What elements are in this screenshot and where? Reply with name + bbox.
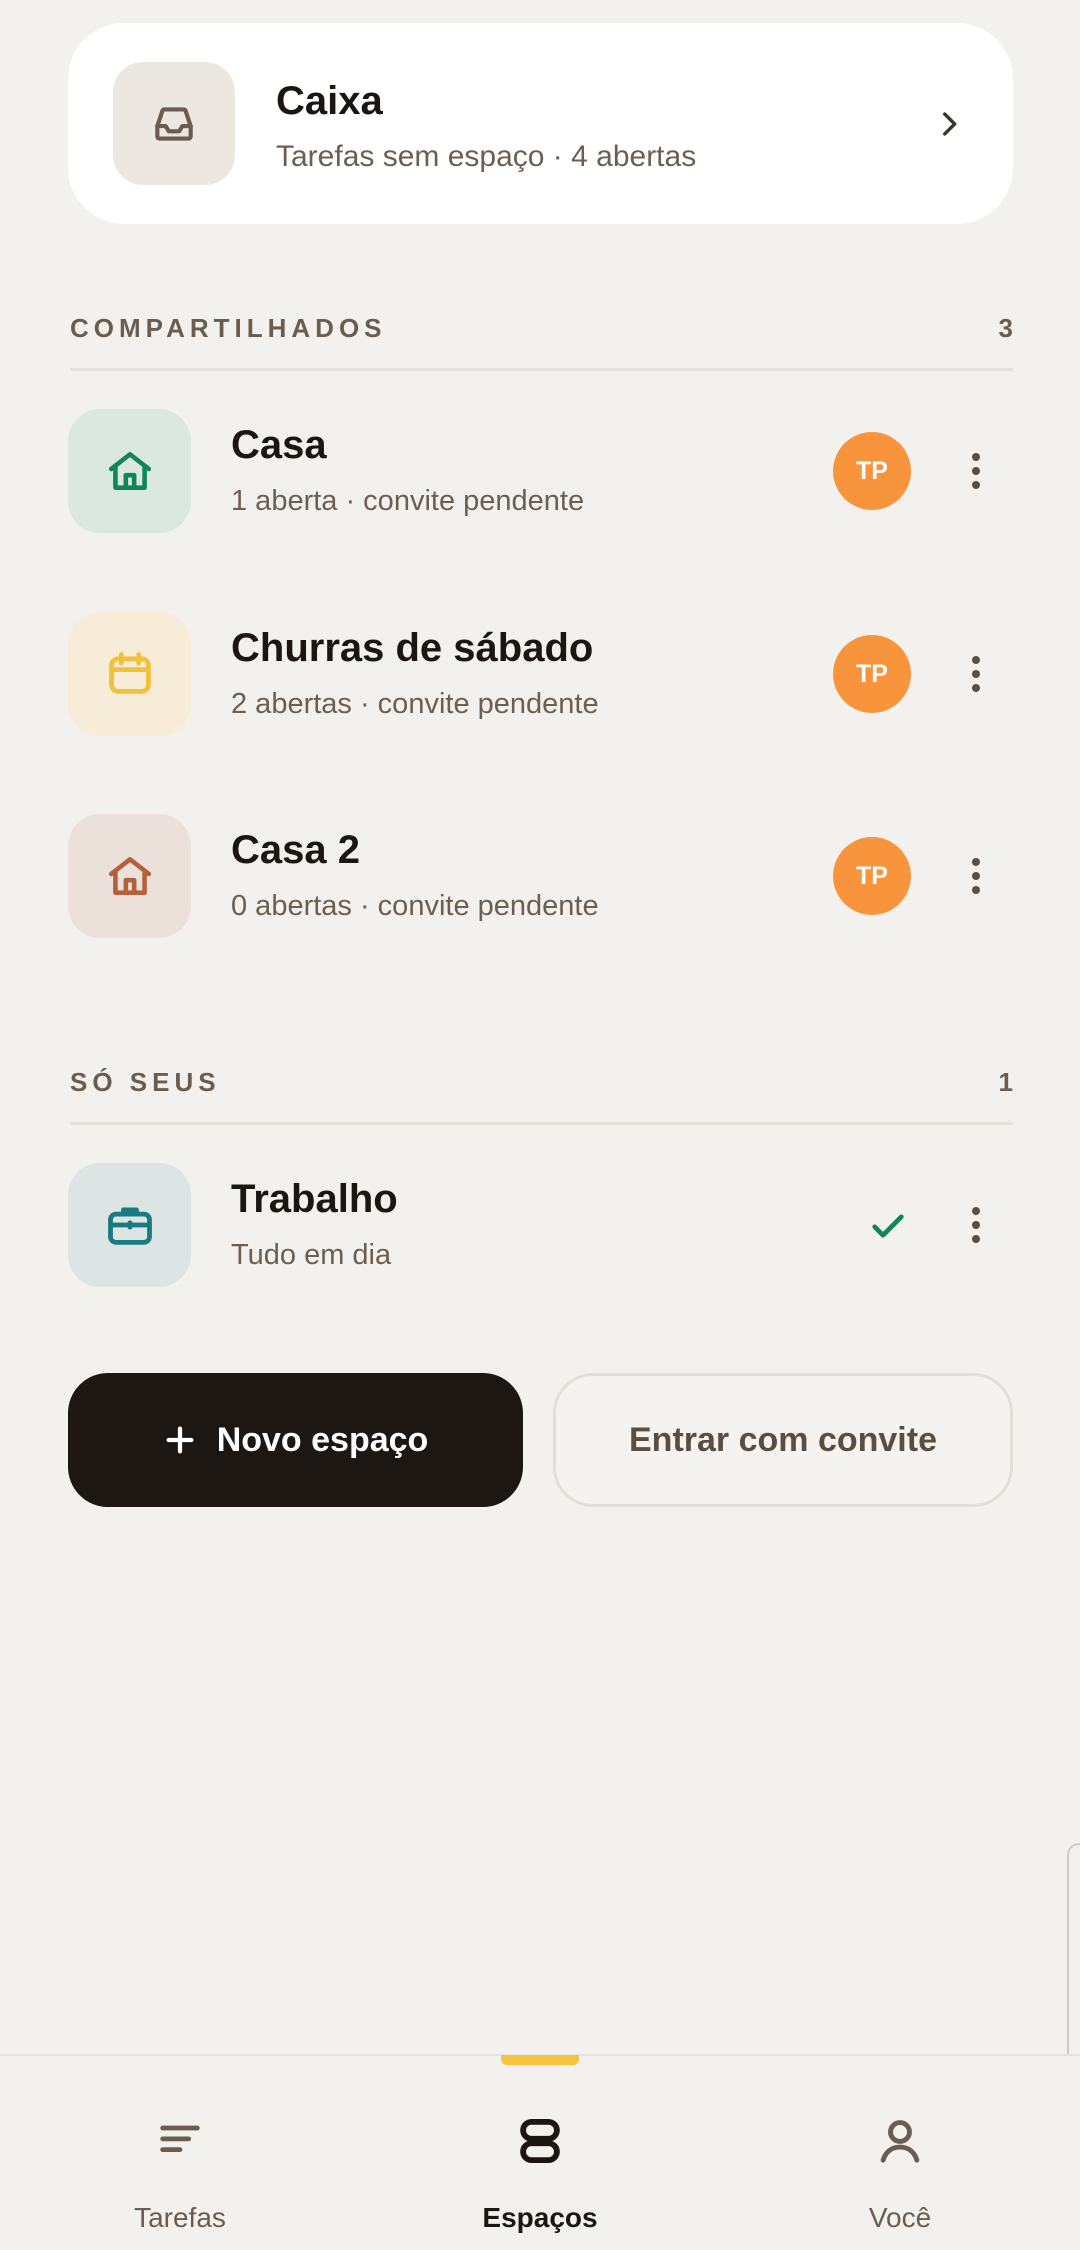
space-row-casa-2[interactable]: Casa 2 0 abertas · convite pendente TP: [68, 814, 1013, 938]
nav-label: Espaços: [482, 2202, 598, 2233]
inbox-card[interactable]: Caixa Tarefas sem espaço · 4 abertas: [68, 23, 1013, 224]
nav-item-voce[interactable]: Você: [720, 2056, 1080, 2250]
nav-item-tarefas[interactable]: Tarefas: [0, 2056, 360, 2250]
nav-label: Tarefas: [134, 2202, 226, 2233]
calendar-icon: [108, 652, 151, 694]
section-count: 3: [998, 313, 1013, 343]
bottom-nav: Tarefas Espaços Você: [0, 2054, 1080, 2250]
chevron-right-icon: [926, 101, 972, 147]
avatar: TP: [833, 635, 911, 713]
shared-section-header: COMPARTILHADOS 3: [70, 313, 1013, 371]
new-space-label: Novo espaço: [216, 1420, 429, 1459]
plus-icon: [166, 1426, 194, 1454]
check-icon: [863, 1201, 913, 1251]
join-invite-button[interactable]: Entrar com convite: [553, 1373, 1013, 1507]
briefcase-icon: [107, 1207, 152, 1245]
space-row-casa[interactable]: Casa 1 aberta · convite pendente TP: [68, 409, 1013, 533]
nav-label: Você: [868, 2202, 932, 2233]
inbox-subtitle: Tarefas sem espaço · 4 abertas: [276, 140, 697, 173]
section-title: SÓ SEUS: [70, 1067, 221, 1097]
inbox-title: Caixa: [276, 79, 383, 123]
spaces-icon: [360, 2111, 720, 2171]
own-section-header: SÓ SEUS 1: [70, 1067, 1013, 1125]
home-icon: [108, 857, 151, 895]
space-subtitle: 1 aberta · convite pendente: [231, 485, 585, 517]
person-icon: [720, 2111, 1080, 2171]
space-row-churras[interactable]: Churras de sábado 2 abertas · convite pe…: [68, 612, 1013, 736]
inbox-icon: [155, 106, 193, 141]
space-name: Churras de sábado: [231, 626, 594, 670]
more-icon[interactable]: [946, 1195, 1006, 1255]
new-space-button[interactable]: Novo espaço: [68, 1373, 523, 1507]
space-name: Trabalho: [231, 1177, 398, 1221]
space-icon-tile: [68, 409, 191, 533]
space-subtitle: 2 abertas · convite pendente: [231, 688, 599, 720]
space-icon-tile: [68, 1163, 191, 1287]
home-icon: [108, 452, 151, 490]
space-subtitle: Tudo em dia: [231, 1239, 392, 1271]
join-invite-label: Entrar com convite: [629, 1420, 937, 1459]
section-count: 1: [998, 1067, 1013, 1097]
nav-active-indicator: [501, 2055, 579, 2065]
more-icon[interactable]: [946, 846, 1006, 906]
space-icon-tile: [68, 814, 191, 938]
inbox-icon-tile: [113, 62, 235, 185]
more-icon[interactable]: [946, 644, 1006, 704]
section-title: COMPARTILHADOS: [70, 313, 387, 343]
nav-item-espacos[interactable]: Espaços: [360, 2056, 720, 2250]
space-row-trabalho[interactable]: Trabalho Tudo em dia: [68, 1163, 1013, 1287]
space-name: Casa 2: [231, 828, 360, 872]
more-icon[interactable]: [946, 441, 1006, 501]
avatar: TP: [833, 837, 911, 915]
spaces-screen: Caixa Tarefas sem espaço · 4 abertas COM…: [0, 0, 1080, 2250]
lines-icon: [0, 2111, 360, 2171]
avatar: TP: [833, 432, 911, 510]
space-name: Casa: [231, 423, 327, 467]
space-icon-tile: [68, 612, 191, 736]
space-subtitle: 0 abertas · convite pendente: [231, 890, 599, 922]
